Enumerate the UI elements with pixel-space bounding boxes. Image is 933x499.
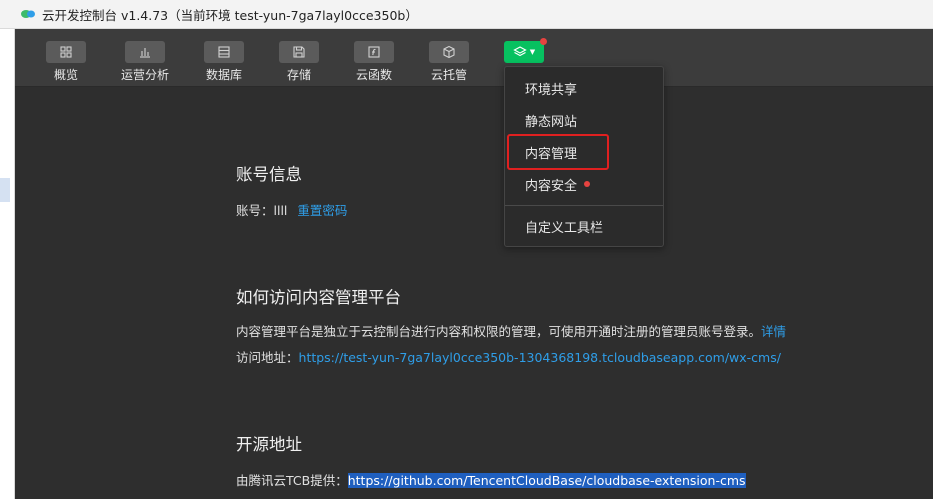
functions-button[interactable] [354,41,394,63]
grid-icon [60,46,72,58]
background-window-edge [0,0,15,499]
account-line: 账号：llll 重置密码 [236,200,347,219]
opensource-line: 由腾讯云TCB提供：https://github.com/TencentClou… [236,470,746,489]
cloudrun-button[interactable] [429,41,469,63]
overview-label: 概览 [53,68,78,82]
toolbar-functions[interactable]: 云函数 [344,41,404,83]
menu-item-label: 环境共享 [525,82,578,98]
layers-icon [513,46,527,57]
account-section-title: 账号信息 [236,165,302,184]
main-toolbar: 概览 运营分析 数据库 存储 云函数 云托管 ▼ [15,29,933,87]
menu-divider [505,205,663,206]
menu-item-content-security[interactable]: 内容安全 [505,169,663,199]
menu-item-label: 静态网站 [525,114,578,130]
access-url-label: 访问地址： [236,350,299,365]
window-title: 云开发控制台 v1.4.73（当前环境 test-yun-7ga7layl0cc… [42,7,418,23]
toolbar-cloudrun[interactable]: 云托管 [419,41,479,83]
extensions-dropdown-button[interactable]: ▼ [504,41,544,63]
cube-icon [443,45,455,59]
bar-chart-icon [140,48,150,58]
toolbar-overview[interactable]: 概览 [36,41,96,83]
account-value: llll [273,203,288,218]
access-url-line: 访问地址：https://test-yun-7ga7layl0cce350b-1… [236,347,781,366]
functions-label: 云函数 [355,68,392,82]
analytics-label: 运营分析 [120,68,169,82]
selection-highlight-box [507,134,609,170]
menu-item-env-share[interactable]: 环境共享 [505,73,663,103]
reset-password-link[interactable]: 重置密码 [297,203,347,218]
details-link[interactable]: 详情 [761,324,786,339]
menu-item-label: 内容安全 [525,178,578,194]
cloudrun-label: 云托管 [430,68,467,82]
menu-item-custom-toolbar[interactable]: 自定义工具栏 [505,211,663,241]
app-logo-icon [21,10,35,18]
function-icon [368,46,380,58]
extensions-dropdown-menu: 环境共享 静态网站 内容管理 内容安全 自定义工具栏 [504,66,664,247]
overview-button[interactable] [46,41,86,63]
toolbar-storage[interactable]: 存储 [269,41,329,83]
access-description: 内容管理平台是独立于云控制台进行内容和权限的管理，可使用开通时注册的管理员账号登… [236,324,762,339]
new-badge-dot [584,181,591,187]
caret-down-icon: ▼ [529,48,536,56]
access-url-link[interactable]: https://test-yun-7ga7layl0cce350b-130436… [299,350,781,365]
opensource-url-link[interactable]: https://github.com/TencentCloudBase/clou… [347,473,746,488]
background-selection-mark [0,178,10,202]
account-label: 账号： [236,203,274,218]
database-icon [218,46,230,58]
storage-button[interactable] [279,41,319,63]
toolbar-analytics[interactable]: 运营分析 [115,41,175,83]
database-button[interactable] [204,41,244,63]
title-bar: 云开发控制台 v1.4.73（当前环境 test-yun-7ga7layl0cc… [0,0,933,29]
menu-item-static-site[interactable]: 静态网站 [505,105,663,135]
save-icon [293,46,305,58]
opensource-section-title: 开源地址 [236,435,302,454]
access-description-line: 内容管理平台是独立于云控制台进行内容和权限的管理，可使用开通时注册的管理员账号登… [236,321,786,340]
storage-label: 存储 [286,68,311,82]
notification-dot [540,38,547,45]
opensource-label: 由腾讯云TCB提供： [236,473,348,488]
toolbar-database[interactable]: 数据库 [194,41,254,83]
access-section-title: 如何访问内容管理平台 [236,288,401,307]
toolbar-extensions[interactable]: ▼ [494,38,554,63]
analytics-button[interactable] [125,41,165,63]
menu-item-label: 自定义工具栏 [525,220,604,236]
database-label: 数据库 [205,68,242,82]
